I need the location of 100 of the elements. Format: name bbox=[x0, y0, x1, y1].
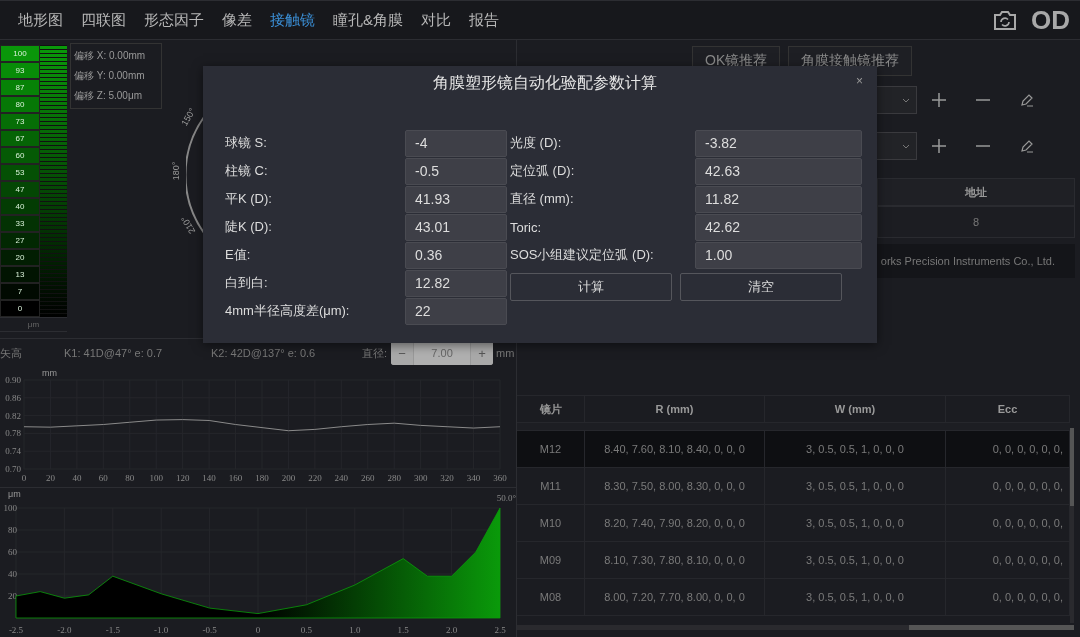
color-scale-cell: 7 bbox=[0, 283, 40, 300]
axis-tick-label: 0.70 bbox=[5, 464, 21, 474]
axis-tick-label: 80 bbox=[125, 473, 135, 483]
nav-tab[interactable]: 地形图 bbox=[12, 10, 69, 30]
axis-tick-label: 0.90 bbox=[5, 375, 21, 385]
axis-tick-label: 1.5 bbox=[397, 625, 409, 635]
axis-tick-label: 40 bbox=[72, 473, 82, 483]
axis-tick-label: 60 bbox=[98, 473, 108, 483]
axis-tick-label: 180 bbox=[255, 473, 269, 483]
axis-tick-label: 360 bbox=[493, 473, 507, 483]
axis-tick-label: 0.78 bbox=[5, 428, 21, 439]
field-label: Toric: bbox=[510, 219, 543, 235]
vertical-scrollbar[interactable] bbox=[1070, 428, 1074, 623]
input-field[interactable]: 42.62 bbox=[695, 213, 862, 241]
table-cell: 8 bbox=[877, 206, 1075, 238]
nav-tab[interactable]: 形态因子 bbox=[138, 10, 210, 30]
input-field[interactable]: 42.63 bbox=[695, 157, 862, 185]
dialog-title: 角膜塑形镜自动化验配参数计算 bbox=[433, 72, 657, 93]
axis-tick-label: 0.74 bbox=[5, 446, 21, 457]
axis-tick-label: 2.5 bbox=[494, 625, 506, 635]
diameter-unit: mm bbox=[496, 347, 515, 359]
input-field[interactable]: -0.5 bbox=[405, 157, 507, 185]
color-scale-cell: 93 bbox=[0, 62, 40, 79]
input-field[interactable]: 22 bbox=[405, 297, 507, 325]
table-row[interactable]: M09 8.10, 7.30, 7.80, 8.10, 0, 0, 0 3, 0.5, 0.5, 1, 0, 0, 0 0, 0, 0, 0, 0, 0, bbox=[517, 542, 1070, 579]
axis-tick-label: 140 bbox=[202, 473, 216, 483]
column-header: R (mm) bbox=[585, 395, 765, 423]
axis-tick-label: 220 bbox=[308, 473, 322, 483]
angle-annotation: 50.0° bbox=[496, 493, 516, 503]
axis-unit: μm bbox=[8, 489, 21, 499]
input-field[interactable]: 41.93 bbox=[405, 185, 507, 213]
axis-tick-label: -1.5 bbox=[105, 625, 120, 635]
offset-text: 偏移 Y: 0.00mm bbox=[74, 69, 146, 83]
table-cell: M08 bbox=[517, 579, 585, 616]
offset-text: 偏移 Z: 5.00μm bbox=[74, 89, 143, 103]
dialog-button[interactable]: 计算 bbox=[510, 273, 672, 301]
input-field[interactable]: 43.01 bbox=[405, 213, 507, 241]
sag-title: 矢高 bbox=[0, 345, 23, 361]
input-field[interactable]: -4 bbox=[405, 129, 507, 157]
axis-tick-label: 120 bbox=[175, 473, 190, 483]
dialog-button[interactable]: 清空 bbox=[680, 273, 842, 301]
axis-tick-label: 260 bbox=[361, 473, 375, 483]
offset-text: 偏移 X: 0.00mm bbox=[74, 49, 147, 63]
color-scale-cell: 40 bbox=[0, 198, 40, 215]
axis-tick-label: 60 bbox=[8, 547, 17, 557]
nav-tab[interactable]: 四联图 bbox=[75, 10, 132, 30]
input-field[interactable]: -3.82 bbox=[695, 129, 862, 157]
axis-tick-label: 0 bbox=[255, 625, 261, 635]
camera-icon[interactable] bbox=[993, 9, 1017, 31]
color-scale-cell: 27 bbox=[0, 232, 40, 249]
color-scale-cell: 33 bbox=[0, 215, 40, 232]
axis-tick-label: 100 bbox=[149, 473, 163, 483]
axis-tick-label: 300 bbox=[413, 473, 428, 483]
axis-tick-label: -0.5 bbox=[202, 625, 217, 635]
table-cell: 8.00, 7.20, 7.70, 8.00, 0, 0, 0 bbox=[585, 579, 765, 616]
color-scale-cell: 100 bbox=[0, 45, 40, 62]
nav-tab[interactable]: 像差 bbox=[216, 10, 258, 30]
nav-tab[interactable]: 对比 bbox=[415, 10, 457, 30]
color-scale-cell: 0 bbox=[0, 300, 40, 317]
horizontal-scrollbar[interactable] bbox=[517, 625, 1074, 630]
diameter-label: 直径: bbox=[362, 345, 388, 361]
column-header: 地址 bbox=[877, 178, 1075, 206]
axis-tick-label: 80 bbox=[8, 525, 17, 535]
axis-tick-label: 340 bbox=[466, 473, 481, 483]
axis-tick-label: 160 bbox=[228, 473, 243, 483]
color-scale-cell: 60 bbox=[0, 147, 40, 164]
input-field[interactable]: 0.36 bbox=[405, 241, 507, 269]
axis-tick-label: 1.0 bbox=[349, 625, 361, 635]
table-row[interactable]: M10 8.20, 7.40, 7.90, 8.20, 0, 0, 0 3, 0.5, 0.5, 1, 0, 0, 0 0, 0, 0, 0, 0, 0, bbox=[517, 505, 1070, 542]
field-label: 光度 (D): bbox=[510, 134, 563, 152]
input-field[interactable]: 11.82 bbox=[695, 185, 862, 213]
input-field[interactable]: 12.82 bbox=[405, 269, 507, 297]
nav-tab[interactable]: 瞳孔&角膜 bbox=[327, 10, 409, 30]
field-label: 平K (D): bbox=[225, 190, 273, 208]
axis-tick-label: 200 bbox=[281, 473, 296, 483]
color-scale-cell: 53 bbox=[0, 164, 40, 181]
column-header: Ecc bbox=[946, 395, 1070, 423]
field-label: 陡K (D): bbox=[225, 218, 273, 236]
nav-tab[interactable]: 报告 bbox=[463, 10, 505, 30]
field-label: 定位弧 (D): bbox=[510, 162, 576, 180]
axis-tick-label: 240 bbox=[334, 473, 349, 483]
axis-tick-label: -2.5 bbox=[8, 625, 24, 635]
field-label: 球镜 S: bbox=[225, 134, 268, 152]
field-label: 柱镜 C: bbox=[225, 162, 269, 180]
table-row[interactable]: M12 8.40, 7.60, 8.10, 8.40, 0, 0, 0 3, 0.5, 0.5, 1, 0, 0, 0 0, 0, 0, 0, 0, 0, bbox=[517, 431, 1070, 468]
close-button[interactable]: × bbox=[854, 74, 865, 88]
table-row[interactable]: M11 8.30, 7.50, 8.00, 8.30, 0, 0, 0 3, 0.5, 0.5, 1, 0, 0, 0 0, 0, 0, 0, 0, 0, bbox=[517, 468, 1070, 505]
chevron-down-icon bbox=[902, 97, 910, 103]
color-scale-cell: 13 bbox=[0, 266, 40, 283]
axis-tick-label: 0 bbox=[21, 473, 27, 483]
table-row[interactable]: M08 8.00, 7.20, 7.70, 8.00, 0, 0, 0 3, 0.5, 0.5, 1, 0, 0, 0 0, 0, 0, 0, 0, 0, bbox=[517, 579, 1070, 616]
axis-tick-label: 40 bbox=[8, 569, 17, 579]
axis-tick-label: 2.0 bbox=[446, 625, 458, 635]
field-label: 直径 (mm): bbox=[510, 190, 575, 208]
chevron-down-icon bbox=[902, 143, 910, 149]
angle-label: 180° bbox=[171, 161, 182, 181]
nav-tab[interactable]: 接触镜 bbox=[264, 10, 321, 30]
input-field[interactable]: 1.00 bbox=[695, 241, 862, 269]
column-header: W (mm) bbox=[765, 395, 946, 423]
k1-reading: K1: 41D@47° e: 0.7 bbox=[64, 347, 164, 359]
